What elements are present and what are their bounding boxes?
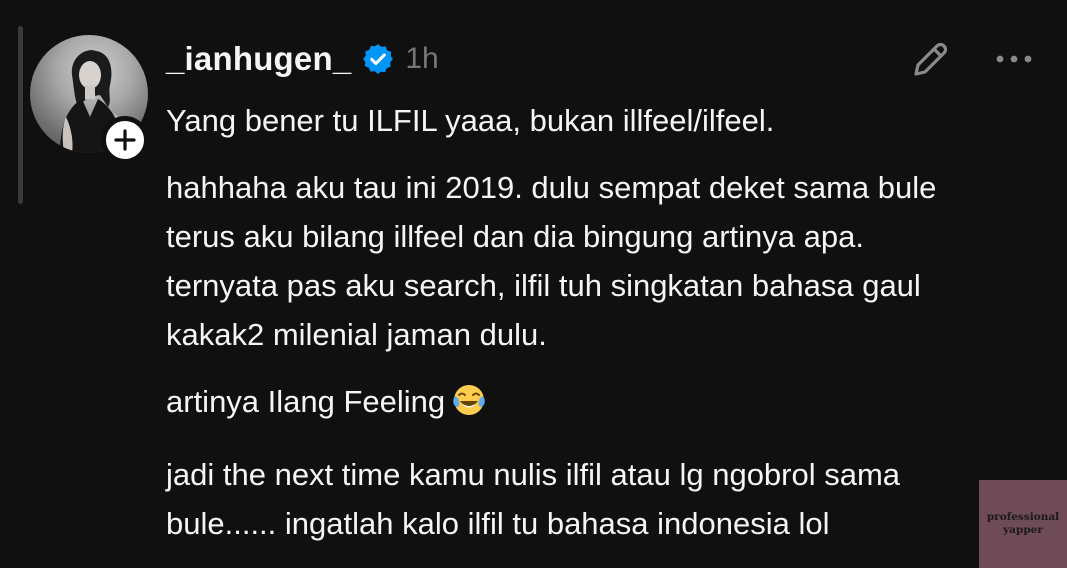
- face-with-tears-of-joy-icon: [451, 382, 487, 432]
- watermark-text: professional yapper: [987, 511, 1059, 537]
- post-timestamp: 1h: [405, 42, 439, 75]
- post-paragraph: hahhaha aku tau ini 2019. dulu sempat de…: [166, 170, 937, 352]
- follow-button[interactable]: [101, 116, 149, 164]
- watermark: professional yapper: [979, 480, 1067, 568]
- post-paragraph-text: artinya Ilang Feeling: [166, 384, 446, 419]
- username[interactable]: _ianhugen_: [166, 40, 351, 78]
- pencil-icon: [914, 42, 948, 76]
- post-paragraph: jadi the next time kamu nulis ilfil atau…: [166, 457, 901, 541]
- thread-line: [18, 26, 23, 204]
- post-body: Yang bener tu ILFIL yaaa, bukan illfeel/…: [166, 96, 1046, 548]
- post-header: _ianhugen_ 1h: [166, 36, 439, 82]
- more-dots-icon: [996, 55, 1032, 63]
- plus-icon: [114, 129, 136, 151]
- post-paragraph-with-emoji: artinya Ilang Feeling: [166, 377, 1046, 432]
- post-paragraph: Yang bener tu ILFIL yaaa, bukan illfeel/…: [166, 103, 775, 138]
- edit-button[interactable]: [906, 36, 954, 84]
- watermark-line-1: professional: [986, 511, 1060, 523]
- verified-badge-icon: [363, 44, 394, 74]
- more-options-button[interactable]: [990, 44, 1038, 74]
- watermark-line-2: yapper: [1003, 524, 1043, 536]
